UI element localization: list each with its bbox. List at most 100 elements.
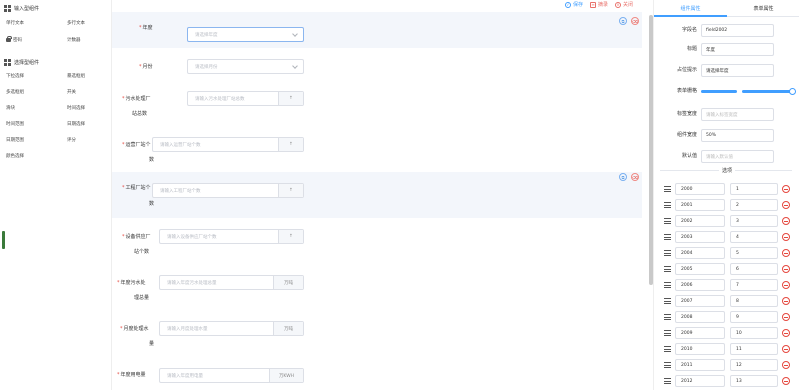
form-item-plant-total[interactable]: *污水处理厂 站总数 请输入污水处理厂站总数 ↑ (112, 90, 642, 130)
component-switch[interactable]: 开关 (67, 87, 76, 96)
drag-handle-icon[interactable] (664, 282, 671, 288)
drag-handle-icon[interactable] (664, 298, 671, 304)
monthly-water-input[interactable]: 请输入月度处理水量 万吨 (159, 321, 304, 336)
engineering-plants-input[interactable]: 请输入工程厂站个数 ↑ (152, 183, 304, 198)
option-label-input[interactable]: 2006 (675, 279, 725, 291)
plant-total-input[interactable]: 请输入污水处理厂站总数 ↑ (187, 91, 304, 106)
form-item-year[interactable]: *年度 请选择年度 ⧉ ⌫ (112, 12, 642, 48)
option-value-input[interactable]: 12 (730, 359, 778, 371)
drag-handle-icon[interactable] (664, 362, 671, 368)
remove-option-icon[interactable] (782, 201, 790, 209)
component-date-picker[interactable]: 日期选择 (67, 119, 85, 128)
close-button[interactable]: × 关闭 (615, 1, 633, 8)
form-item-annual-electricity[interactable]: *年度用电量 请输入年度用电量 万KWH (112, 367, 642, 387)
option-value-input[interactable]: 5 (730, 247, 778, 259)
component-rate[interactable]: 评分 (67, 135, 76, 144)
tab-form-props[interactable]: 表单属性 (727, 0, 799, 16)
copy-icon[interactable]: ⧉ (619, 17, 627, 25)
remove-option-icon[interactable] (782, 265, 790, 273)
component-multi-text[interactable]: 多行文本 (67, 18, 85, 27)
remove-option-icon[interactable] (782, 377, 790, 385)
remove-option-icon[interactable] (782, 361, 790, 369)
tab-component-props[interactable]: 组件属性 (654, 0, 727, 16)
option-label-input[interactable]: 2011 (675, 359, 725, 371)
form-item-monthly-water[interactable]: *月度处理水 量 请输入月度处理水量 万吨 (112, 320, 642, 360)
remove-option-icon[interactable] (782, 329, 790, 337)
component-radio-group[interactable]: 暴选框组 (67, 71, 85, 80)
option-value-input[interactable]: 6 (730, 263, 778, 275)
form-item-annual-sewage[interactable]: *年度污水处 理总量 请输入年度污水处理总量 万吨 (112, 274, 642, 314)
year-select[interactable]: 请选择年度 (187, 27, 304, 42)
option-label-input[interactable]: 2010 (675, 343, 725, 355)
remove-option-icon[interactable] (782, 249, 790, 257)
month-select[interactable]: 请选择月份 (187, 59, 304, 74)
form-item-engineering-plants[interactable]: *工程厂站个 数 请输入工程厂站个数 ↑ ⧉ ⌫ (112, 172, 642, 218)
option-label-input[interactable]: 2007 (675, 295, 725, 307)
save-button[interactable]: ✓ 保存 (565, 1, 583, 8)
component-password[interactable]: 密码 (6, 35, 22, 44)
component-time-picker[interactable]: 时间选择 (67, 103, 85, 112)
option-value-input[interactable]: 9 (730, 311, 778, 323)
label-width-input[interactable]: 请输入标签宽度 (701, 108, 774, 121)
component-width-input[interactable]: 50% (701, 129, 774, 142)
option-label-input[interactable]: 2003 (675, 231, 725, 243)
form-item-month[interactable]: *月份 请选择月份 (112, 57, 642, 79)
title-input[interactable]: 年度 (701, 43, 774, 56)
remove-option-icon[interactable] (782, 217, 790, 225)
remove-option-icon[interactable] (782, 313, 790, 321)
option-label-input[interactable]: 2005 (675, 263, 725, 275)
option-value-input[interactable]: 8 (730, 295, 778, 307)
drag-handle-icon[interactable] (664, 330, 671, 336)
option-label-input[interactable]: 2008 (675, 311, 725, 323)
option-value-input[interactable]: 3 (730, 215, 778, 227)
drag-handle-icon[interactable] (664, 266, 671, 272)
component-date-range[interactable]: 日期范围 (6, 135, 24, 144)
remove-option-icon[interactable] (782, 233, 790, 241)
copy-icon[interactable]: ⧉ (619, 173, 627, 181)
option-value-input[interactable]: 4 (730, 231, 778, 243)
component-slider[interactable]: 滑块 (6, 103, 15, 112)
component-counter[interactable]: 计数器 (67, 35, 81, 44)
field-name-input[interactable]: field2002 (701, 24, 774, 37)
remove-option-icon[interactable] (782, 297, 790, 305)
component-checkbox-group[interactable]: 多选框组 (6, 87, 24, 96)
grid-span-slider[interactable] (701, 88, 796, 95)
option-label-input[interactable]: 2001 (675, 199, 725, 211)
drag-handle-icon[interactable] (664, 218, 671, 224)
option-label-input[interactable]: 2009 (675, 327, 725, 339)
annual-sewage-input[interactable]: 请输入年度污水处理总量 万吨 (159, 275, 304, 290)
component-time-range[interactable]: 时间范围 (6, 119, 24, 128)
option-value-input[interactable]: 10 (730, 327, 778, 339)
option-value-input[interactable]: 7 (730, 279, 778, 291)
drag-handle-icon[interactable] (664, 378, 671, 384)
drag-handle-icon[interactable] (664, 250, 671, 256)
annual-electricity-input[interactable]: 请输入年度用电量 万KWH (159, 368, 304, 383)
option-value-input[interactable]: 11 (730, 343, 778, 355)
delete-icon[interactable]: ⌫ (631, 17, 639, 25)
remove-option-icon[interactable] (782, 345, 790, 353)
drag-handle-icon[interactable] (664, 186, 671, 192)
option-value-input[interactable]: 1 (730, 183, 778, 195)
placeholder-input[interactable]: 请选择年度 (701, 64, 774, 77)
slider-handle[interactable] (789, 88, 796, 95)
operating-plants-input[interactable]: 请输入运营厂站个数 ↑ (152, 137, 304, 152)
drag-handle-icon[interactable] (664, 234, 671, 240)
component-select[interactable]: 下拉选择 (6, 71, 24, 80)
option-label-input[interactable]: 2012 (675, 375, 725, 387)
remove-option-icon[interactable] (782, 185, 790, 193)
component-single-text[interactable]: 单行文本 (6, 18, 24, 27)
option-label-input[interactable]: 2004 (675, 247, 725, 259)
component-color-picker[interactable]: 颜色选择 (6, 151, 24, 160)
option-value-input[interactable]: 13 (730, 375, 778, 387)
default-value-input[interactable]: 请输入默认值 (701, 150, 774, 163)
option-label-input[interactable]: 2002 (675, 215, 725, 227)
remove-option-icon[interactable] (782, 281, 790, 289)
panel-resize-handle[interactable] (2, 231, 5, 249)
drag-handle-icon[interactable] (664, 346, 671, 352)
drag-handle-icon[interactable] (664, 314, 671, 320)
option-label-input[interactable]: 2000 (675, 183, 725, 195)
form-item-operating-plants[interactable]: *运营厂站个 数 请输入运营厂站个数 ↑ (112, 136, 642, 176)
option-value-input[interactable]: 2 (730, 199, 778, 211)
drag-handle-icon[interactable] (664, 202, 671, 208)
form-item-equipment-suppliers[interactable]: *设备供应厂 站个数 请输入设备供应厂站个数 ↑ (112, 228, 642, 268)
